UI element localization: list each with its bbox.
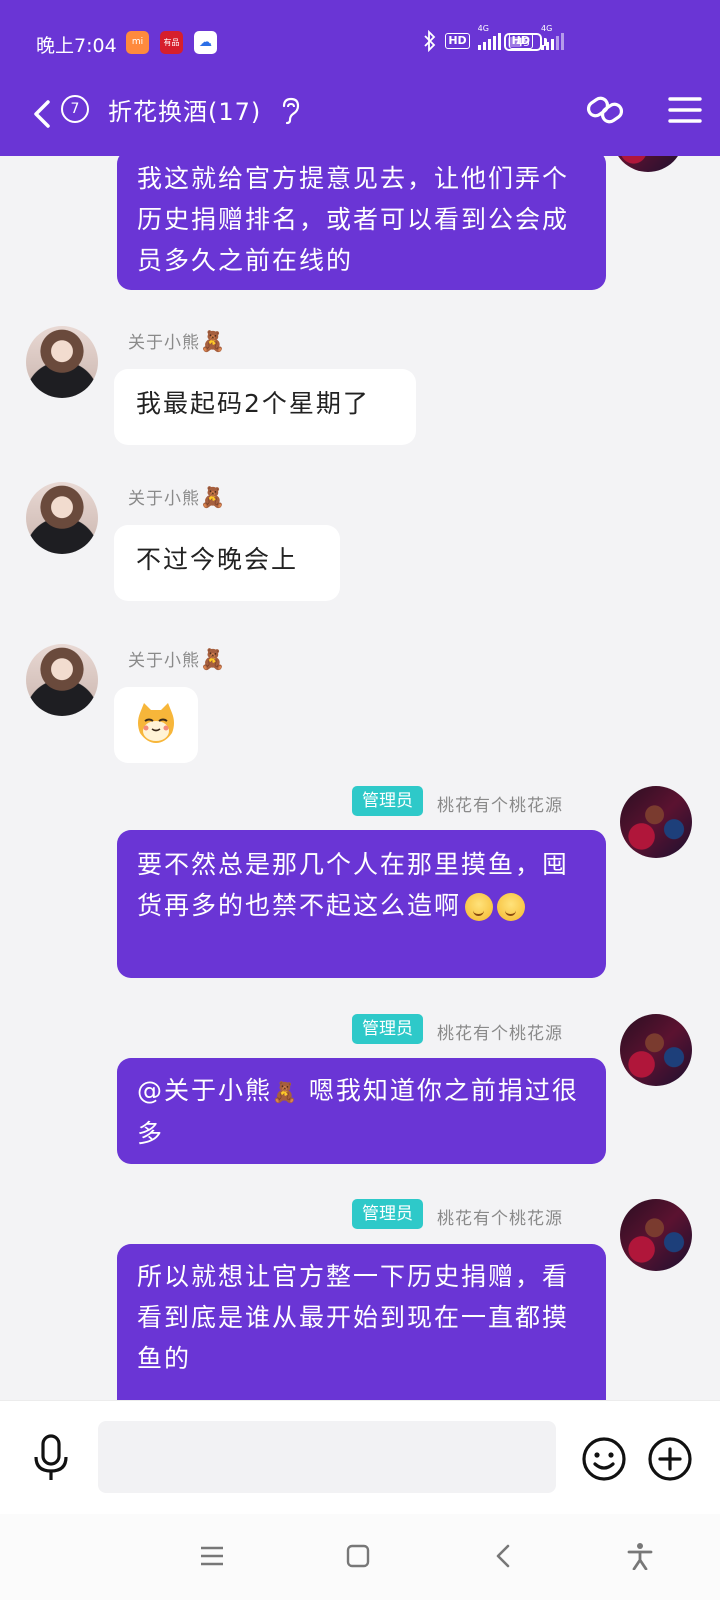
back-arrow-icon[interactable] bbox=[30, 92, 54, 136]
message-input[interactable] bbox=[98, 1421, 556, 1493]
menu-icon[interactable] bbox=[668, 96, 702, 124]
avatar[interactable] bbox=[26, 482, 98, 554]
cloud-app-icon: ☁ bbox=[194, 31, 217, 54]
smirk-emoji-icon bbox=[497, 893, 526, 921]
message-bubble[interactable]: 不过今晚会上 bbox=[114, 525, 340, 601]
unread-count-badge[interactable]: 7 bbox=[61, 95, 89, 123]
input-bar bbox=[0, 1400, 720, 1514]
message-bubble[interactable]: 我这就给官方提意见去，让他们弄个历史捐赠排名，或者可以看到公会成员多久之前在线的 bbox=[117, 156, 606, 290]
admin-role-tag: 管理员 bbox=[352, 1199, 423, 1229]
home-icon[interactable] bbox=[344, 1542, 372, 1570]
message-bubble[interactable]: @关于小熊🧸 嗯我知道你之前捐过很多 bbox=[117, 1058, 606, 1164]
message-bubble[interactable]: 我最起码2个星期了 bbox=[114, 369, 416, 445]
cat-face-sticker-icon bbox=[138, 703, 174, 743]
avatar[interactable] bbox=[620, 786, 692, 858]
sender-name: 桃花有个桃花源 bbox=[437, 1024, 563, 1044]
chat-title: 折花换酒(17) bbox=[108, 98, 262, 126]
avatar[interactable] bbox=[612, 156, 684, 172]
group-link-icon[interactable] bbox=[584, 90, 626, 130]
accessibility-icon[interactable] bbox=[626, 1542, 654, 1570]
microphone-icon[interactable] bbox=[30, 1433, 72, 1483]
back-icon[interactable] bbox=[490, 1542, 518, 1570]
chat-header: 7 折花换酒(17) bbox=[0, 82, 720, 156]
avatar[interactable] bbox=[620, 1199, 692, 1271]
avatar[interactable] bbox=[26, 326, 98, 398]
message-bubble[interactable]: 所以就想让官方整一下历史捐赠，看看到底是谁从最开始到现在一直都摸鱼的 bbox=[117, 1244, 606, 1400]
sender-name: 关于小熊🧸 bbox=[128, 647, 226, 671]
sticker-message[interactable] bbox=[114, 687, 198, 763]
avatar[interactable] bbox=[26, 644, 98, 716]
message-list[interactable]: 我这就给官方提意见去，让他们弄个历史捐赠排名，或者可以看到公会成员多久之前在线的… bbox=[0, 156, 720, 1400]
signal-icon-1: 4G bbox=[477, 24, 501, 50]
add-attachment-icon[interactable] bbox=[647, 1436, 693, 1482]
sender-name: 关于小熊🧸 bbox=[128, 485, 226, 509]
avatar[interactable] bbox=[620, 1014, 692, 1086]
system-nav-bar bbox=[0, 1514, 720, 1600]
status-indicators: HD 4G HD 4G bbox=[423, 24, 564, 52]
mi-app-icon: mi bbox=[126, 31, 149, 54]
bluetooth-icon bbox=[424, 30, 436, 52]
admin-role-tag: 管理员 bbox=[352, 786, 423, 816]
mention[interactable]: @关于小熊 bbox=[137, 1076, 272, 1105]
youpin-app-icon: 有品 bbox=[160, 31, 183, 54]
smirk-emoji-icon bbox=[465, 893, 494, 921]
recent-apps-icon[interactable] bbox=[198, 1542, 226, 1570]
sender-name: 关于小熊🧸 bbox=[128, 329, 226, 353]
sender-name: 桃花有个桃花源 bbox=[437, 1209, 563, 1229]
earpiece-mode-icon bbox=[282, 97, 300, 125]
status-time: 晚上7:04 bbox=[36, 35, 117, 57]
emoji-icon[interactable] bbox=[581, 1436, 627, 1482]
battery-icon: 45 bbox=[504, 33, 542, 51]
status-bar: 晚上7:04 mi 有品 ☁ HD 4G HD 4G 45 bbox=[0, 0, 720, 82]
sender-name: 桃花有个桃花源 bbox=[437, 796, 563, 816]
hd-voice-icon: HD bbox=[445, 33, 470, 49]
battery-tip bbox=[544, 38, 547, 46]
admin-role-tag: 管理员 bbox=[352, 1014, 423, 1044]
message-bubble[interactable]: 要不然总是那几个人在那里摸鱼，囤货再多的也禁不起这么造啊 bbox=[117, 830, 606, 978]
